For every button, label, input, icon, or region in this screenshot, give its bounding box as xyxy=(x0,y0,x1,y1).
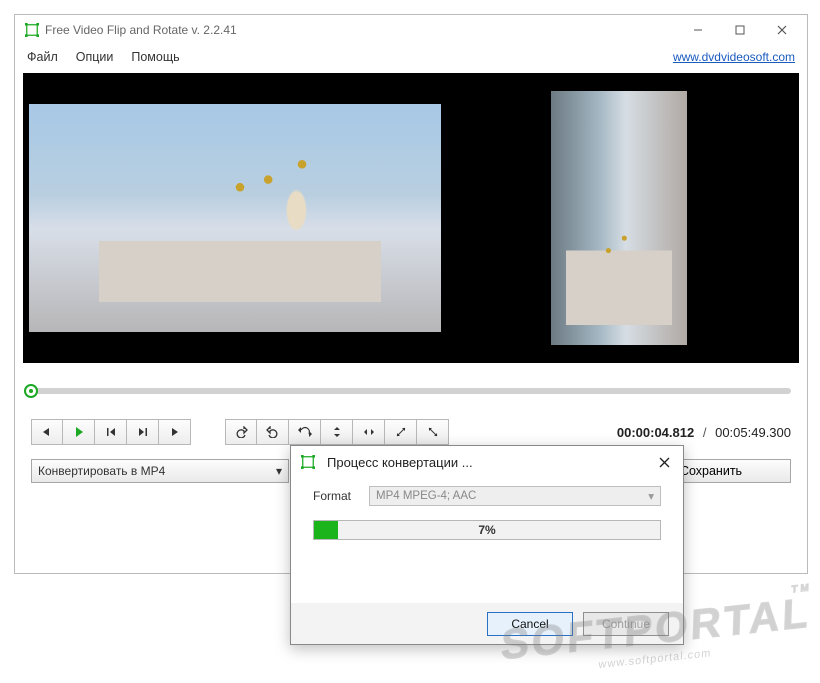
continue-button[interactable]: Continue xyxy=(583,612,669,636)
skip-forward-button[interactable] xyxy=(127,419,159,445)
output-format-label: Конвертировать в MP4 xyxy=(38,464,165,478)
playback-group xyxy=(31,419,191,445)
format-row: Format MP4 MPEG-4; AAC ▾ xyxy=(313,486,661,506)
progress-bar: 7% xyxy=(313,520,661,540)
seek-thumb[interactable] xyxy=(24,384,38,398)
format-value: MP4 MPEG-4; AAC xyxy=(376,490,476,502)
app-icon xyxy=(25,23,45,37)
conversion-dialog: Процесс конвертации ... Format MP4 MPEG-… xyxy=(290,445,684,645)
time-display: 00:00:04.812 / 00:05:49.300 xyxy=(617,425,791,440)
next-frame-button[interactable] xyxy=(159,419,191,445)
dialog-body: Format MP4 MPEG-4; AAC ▾ 7% xyxy=(291,478,683,602)
rotate-180-button[interactable] xyxy=(289,419,321,445)
format-dropdown[interactable]: MP4 MPEG-4; AAC ▾ xyxy=(369,486,661,506)
menubar: Файл Опции Помощь www.dvdvideosoft.com xyxy=(15,45,807,69)
window-title: Free Video Flip and Rotate v. 2.2.41 xyxy=(45,23,677,37)
seek-bar[interactable] xyxy=(31,383,791,399)
dialog-close-button[interactable] xyxy=(651,450,677,474)
toolbar-row: 00:00:04.812 / 00:05:49.300 xyxy=(31,419,791,445)
output-format-dropdown[interactable]: Конвертировать в MP4 ▾ xyxy=(31,459,289,483)
flip-diag2-button[interactable] xyxy=(417,419,449,445)
chevron-down-icon: ▾ xyxy=(276,464,282,478)
close-button[interactable] xyxy=(761,16,803,44)
video-preview-area xyxy=(23,73,799,363)
time-separator: / xyxy=(703,425,707,440)
menu-help[interactable]: Помощь xyxy=(131,50,179,64)
progress-percent: 7% xyxy=(314,521,660,539)
prev-frame-button[interactable] xyxy=(31,419,63,445)
menu-options[interactable]: Опции xyxy=(76,50,114,64)
current-time: 00:00:04.812 xyxy=(617,425,694,440)
titlebar: Free Video Flip and Rotate v. 2.2.41 xyxy=(15,15,807,45)
format-label: Format xyxy=(313,489,359,503)
dialog-title: Процесс конвертации ... xyxy=(327,455,651,470)
flip-diag1-button[interactable] xyxy=(385,419,417,445)
dialog-buttons: Cancel Continue xyxy=(291,602,683,644)
menu-file[interactable]: Файл xyxy=(27,50,58,64)
skip-back-button[interactable] xyxy=(95,419,127,445)
seek-track xyxy=(31,388,791,394)
website-link[interactable]: www.dvdvideosoft.com xyxy=(673,50,795,64)
cancel-button[interactable]: Cancel xyxy=(487,612,573,636)
chevron-down-icon: ▾ xyxy=(648,489,654,503)
minimize-button[interactable] xyxy=(677,16,719,44)
controls-area: 00:00:04.812 / 00:05:49.300 xyxy=(15,363,807,457)
rotate-ccw-button[interactable] xyxy=(257,419,289,445)
rotate-cw-button[interactable] xyxy=(225,419,257,445)
original-video-preview xyxy=(29,104,441,332)
flip-vertical-button[interactable] xyxy=(321,419,353,445)
rotated-video-preview xyxy=(551,91,687,345)
flip-horizontal-button[interactable] xyxy=(353,419,385,445)
maximize-button[interactable] xyxy=(719,16,761,44)
dialog-titlebar: Процесс конвертации ... xyxy=(291,446,683,478)
transform-group xyxy=(225,419,449,445)
play-button[interactable] xyxy=(63,419,95,445)
dialog-app-icon xyxy=(301,455,321,469)
total-time: 00:05:49.300 xyxy=(715,425,791,440)
